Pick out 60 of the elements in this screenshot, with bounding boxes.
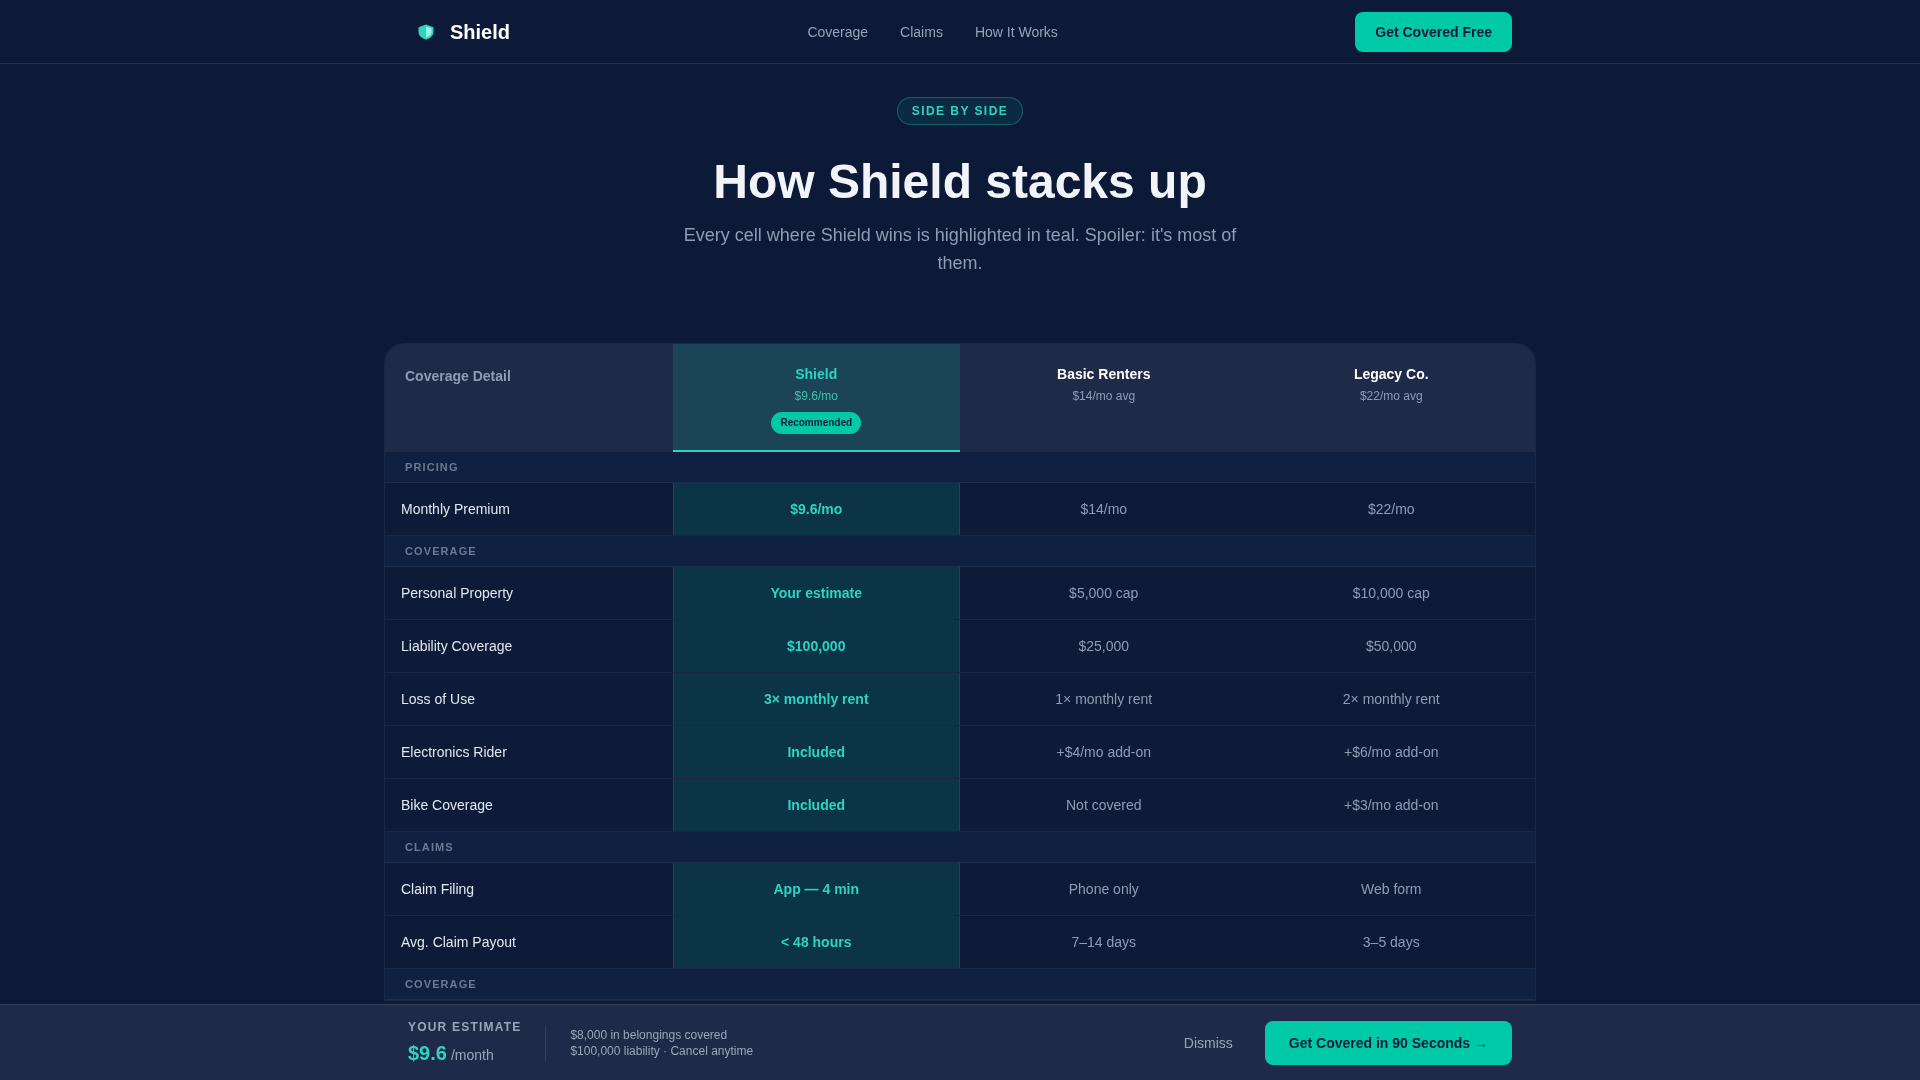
table-cell: App — 4 min bbox=[672, 863, 960, 915]
estimate-detail: $8,000 in belongings covered bbox=[570, 1026, 729, 1043]
table-cell-text: Not covered bbox=[1065, 796, 1143, 815]
table-cell-text: $22/mo bbox=[1366, 500, 1416, 519]
plan-name: Basic Renters bbox=[1057, 365, 1151, 384]
brand-name[interactable]: Shield bbox=[450, 17, 510, 46]
table-cell-text: +$3/mo add-on bbox=[1342, 796, 1440, 815]
row-label: Loss of Use bbox=[400, 690, 476, 709]
nav-link[interactable]: How It Works bbox=[974, 21, 1058, 42]
page-title: How Shield stacks up bbox=[713, 154, 1207, 210]
recommended-badge: Recommended bbox=[771, 412, 862, 434]
nav-link[interactable]: Coverage bbox=[807, 21, 869, 42]
dismiss-button[interactable]: Dismiss bbox=[1183, 1032, 1233, 1053]
estimate-detail: $100,000 liability · Cancel anytime bbox=[570, 1042, 754, 1059]
row-label: Claim Filing bbox=[400, 880, 476, 899]
plan-price: $9.6/mo bbox=[794, 388, 838, 404]
estimate-label: YOUR ESTIMATE bbox=[408, 1018, 522, 1035]
table-cell-text: $10,000 cap bbox=[1351, 584, 1431, 603]
plan-price: $22/mo avg bbox=[1359, 388, 1423, 404]
table-cell-text: 2× monthly rent bbox=[1341, 690, 1441, 709]
table-cell-text: +$4/mo add-on bbox=[1055, 743, 1153, 762]
row-label: Monthly Premium bbox=[400, 500, 511, 519]
table-cell-text: 7–14 days bbox=[1070, 933, 1138, 952]
plan-name: Shield bbox=[795, 365, 838, 384]
nav-link[interactable]: Claims bbox=[900, 21, 943, 42]
row-label: Avg. Claim Payout bbox=[400, 933, 517, 952]
table-cell: $100,000 bbox=[672, 620, 960, 672]
section-heading: COVERAGE bbox=[385, 969, 1535, 1000]
table-cell-text: $5,000 cap bbox=[1068, 584, 1140, 603]
plan-price: $14/mo avg bbox=[1072, 388, 1136, 404]
table-cell: Your estimate bbox=[672, 567, 960, 619]
row-label: Personal Property bbox=[400, 584, 515, 603]
page-subtitle: Every cell where Shield wins is highlighted in teal. Spoiler: it's most of them. bbox=[682, 224, 1238, 275]
row-label: Bike Coverage bbox=[400, 796, 494, 815]
row-label: Liability Coverage bbox=[400, 637, 514, 656]
column-header: Coverage Detail bbox=[405, 368, 511, 384]
shield-icon bbox=[418, 23, 434, 40]
get-covered-button[interactable]: Get Covered Free bbox=[1355, 11, 1512, 52]
estimate-amount: $9.6 bbox=[408, 1040, 447, 1066]
table-cell-text: $50,000 bbox=[1364, 637, 1418, 656]
plan-name: Legacy Co. bbox=[1353, 365, 1429, 384]
section-heading: PRICING bbox=[385, 452, 1535, 483]
section-heading: CLAIMS bbox=[385, 832, 1535, 863]
table-cell: < 48 hours bbox=[672, 916, 960, 968]
table-cell-text: Web form bbox=[1360, 880, 1423, 899]
table-cell-text: Phone only bbox=[1067, 880, 1140, 899]
section-heading: COVERAGE bbox=[385, 536, 1535, 567]
table-cell: 3× monthly rent bbox=[672, 673, 960, 725]
table-cell: Included bbox=[672, 779, 960, 831]
section-badge: SIDE BY SIDE bbox=[896, 97, 1024, 125]
estimate-unit: /month bbox=[450, 1045, 494, 1065]
table-cell-text: +$6/mo add-on bbox=[1342, 743, 1440, 762]
table-cell: $9.6/mo bbox=[672, 483, 960, 535]
table-cell-text: 1× monthly rent bbox=[1054, 690, 1154, 709]
get-covered-button[interactable]: Get Covered in 90 Seconds → bbox=[1264, 1020, 1512, 1065]
row-label: Electronics Rider bbox=[400, 743, 508, 762]
table-cell-text: $25,000 bbox=[1077, 637, 1131, 656]
table-cell-text: 3–5 days bbox=[1361, 933, 1421, 952]
table-cell: Included bbox=[672, 726, 960, 778]
table-cell-text: $14/mo bbox=[1079, 500, 1129, 519]
